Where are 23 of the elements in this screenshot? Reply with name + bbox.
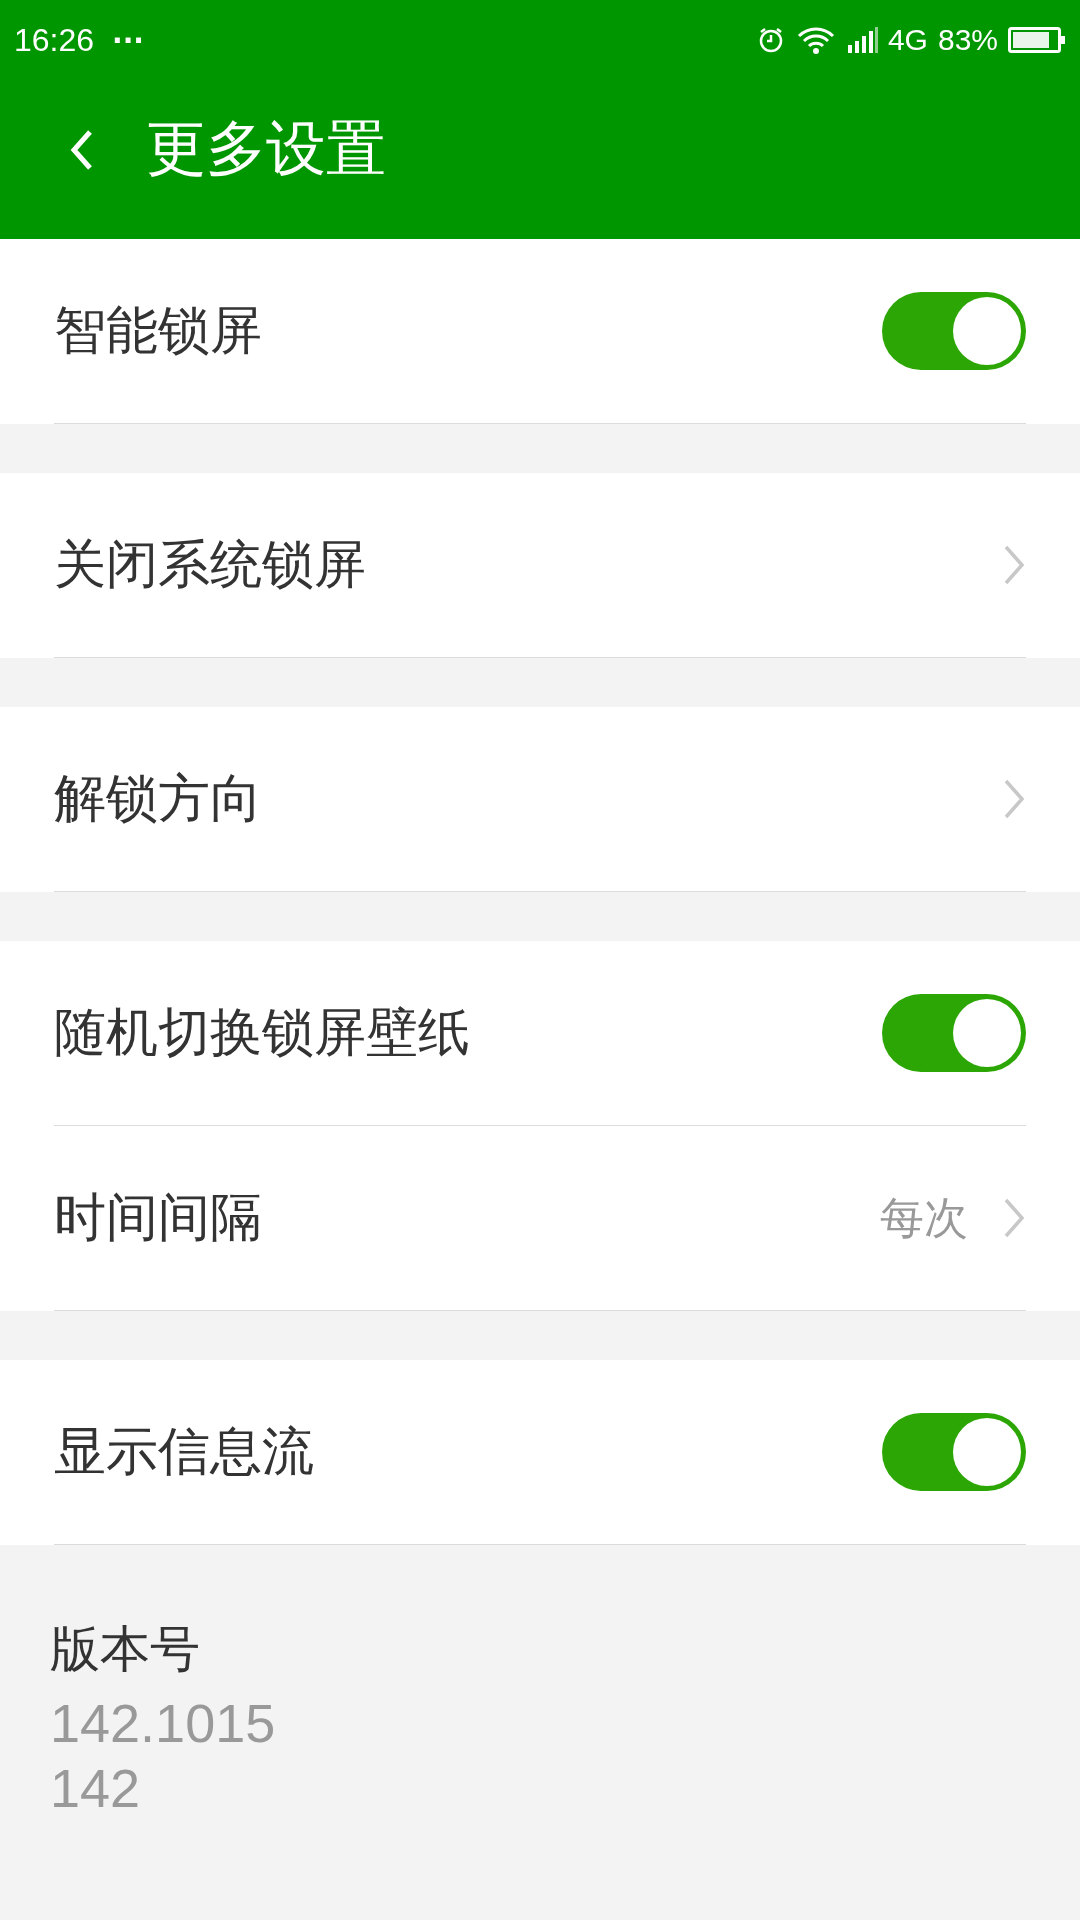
setting-value: 每次	[880, 1190, 968, 1245]
version-label: 版本号	[50, 1619, 201, 1680]
version-number: 142.1015	[50, 1692, 277, 1755]
wifi-icon	[795, 25, 836, 55]
clock: 16:26	[14, 21, 95, 59]
settings-row[interactable]: 时间间隔 每次	[54, 1126, 1026, 1311]
settings-row[interactable]: 随机切换锁屏壁纸	[54, 941, 1026, 1126]
setting-label: 关闭系统锁屏	[54, 533, 367, 596]
setting-label: 解锁方向	[54, 767, 263, 830]
notification-dots: ···	[112, 23, 144, 57]
screen-title: 更多设置	[146, 112, 386, 185]
version-number: 142	[50, 1756, 142, 1820]
chevron-icon	[1002, 1196, 1026, 1240]
signal-icon	[845, 25, 878, 55]
battery-percent: 83%	[937, 23, 998, 57]
setting-label: 随机切换锁屏壁纸	[54, 1001, 471, 1064]
chevron-icon	[1002, 543, 1026, 587]
battery-icon	[1008, 25, 1066, 55]
chevron-icon	[1002, 777, 1026, 821]
setting-label: 时间间隔	[54, 1186, 263, 1249]
setting-label: 智能锁屏	[54, 299, 263, 362]
network-type: 4G	[887, 23, 928, 57]
setting-label: 显示信息流	[54, 1420, 315, 1483]
